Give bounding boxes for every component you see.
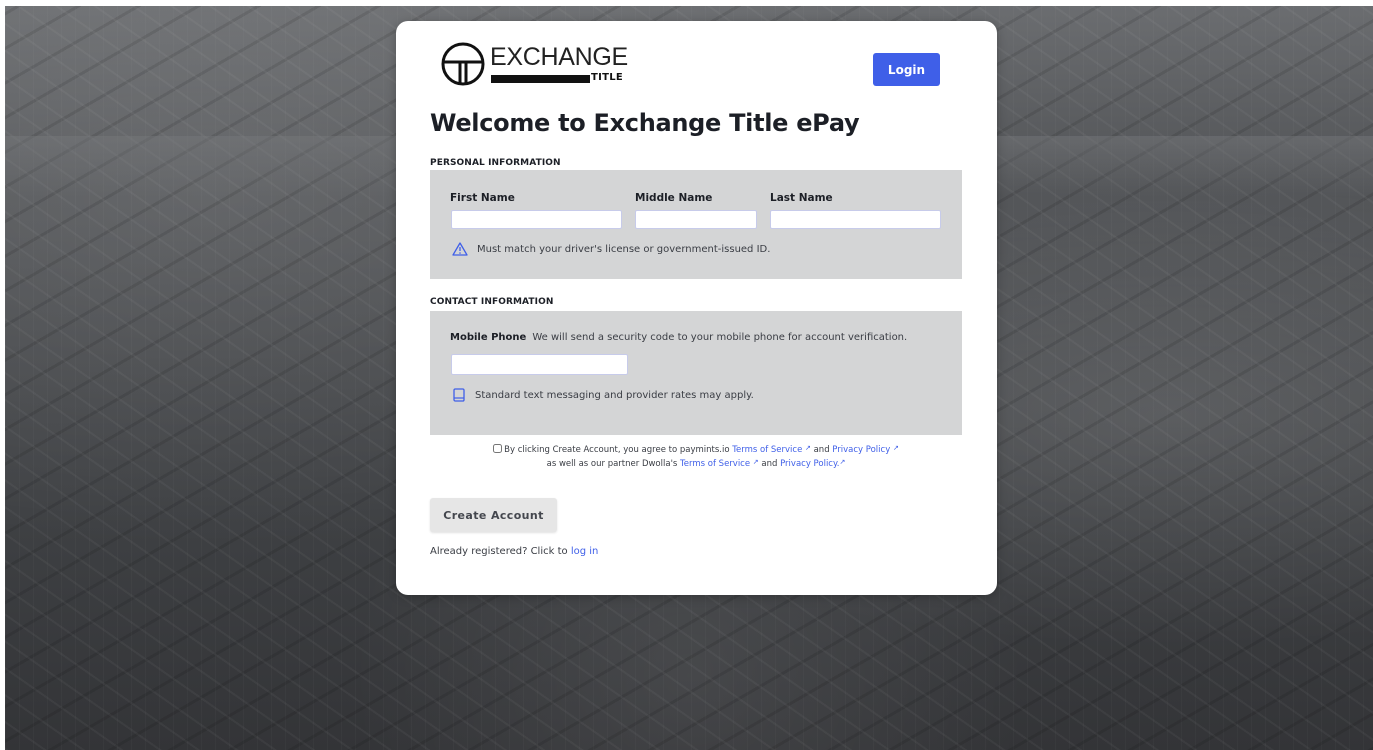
mobile-phone-input[interactable]	[451, 354, 628, 375]
mobile-phone-icon	[453, 388, 465, 402]
mobile-phone-description: We will send a security code to your mob…	[532, 332, 908, 343]
paymints-privacy-link-text: Privacy Policy	[832, 445, 891, 455]
id-match-note-text: Must match your driver's license or gove…	[477, 243, 771, 255]
paymints-privacy-link[interactable]: Privacy Policy ↗	[832, 444, 899, 455]
agreement-and-1: and	[813, 445, 830, 455]
create-account-button[interactable]: Create Account	[430, 498, 557, 532]
dwolla-privacy-link[interactable]: Privacy Policy.↗	[780, 458, 846, 469]
contact-section-label: CONTACT INFORMATION	[430, 297, 554, 307]
logo-emblem-icon	[441, 42, 485, 86]
agreement-and-2: and	[761, 459, 778, 469]
external-link-icon: ↗	[892, 444, 899, 452]
external-link-icon: ↗	[839, 458, 846, 466]
exchange-title-logo: EXCHANGE TITLE	[440, 41, 630, 87]
external-link-icon: ↗	[752, 458, 759, 466]
paymints-terms-link[interactable]: Terms of Service ↗	[732, 444, 811, 455]
personal-info-panel: First Name Middle Name Last Name Must ma…	[430, 170, 962, 279]
id-match-note: Must match your driver's license or gove…	[452, 242, 770, 256]
paymints-terms-link-text: Terms of Service	[732, 445, 803, 455]
dwolla-privacy-link-text: Privacy Policy.	[780, 459, 840, 469]
agreement-text-2: as well as our partner Dwolla's	[546, 459, 678, 469]
mobile-phone-line: Mobile Phone We will send a security code…	[450, 332, 907, 343]
terms-checkbox[interactable]	[493, 444, 503, 453]
logo-sub: TITLE	[590, 71, 625, 85]
contact-info-panel: Mobile Phone We will send a security code…	[430, 311, 962, 435]
sms-rates-note: Standard text messaging and provider rat…	[452, 388, 754, 402]
already-registered-text: Already registered? Click to	[430, 546, 568, 557]
first-name-label: First Name	[450, 192, 515, 204]
middle-name-label: Middle Name	[635, 192, 713, 204]
log-in-link[interactable]: log in	[571, 546, 599, 557]
warning-icon	[452, 242, 468, 256]
personal-section-label: PERSONAL INFORMATION	[430, 158, 561, 168]
agreement-text-1: By clicking Create Account, you agree to…	[504, 445, 730, 455]
mobile-phone-label: Mobile Phone	[450, 332, 527, 343]
dwolla-terms-link[interactable]: Terms of Service ↗	[680, 458, 759, 469]
already-registered: Already registered? Click to log in	[430, 546, 598, 557]
signup-card: EXCHANGE TITLE Login Welcome to Exchange…	[396, 21, 997, 595]
last-name-input[interactable]	[770, 210, 941, 229]
first-name-input[interactable]	[451, 210, 622, 229]
external-link-icon: ↗	[805, 444, 811, 452]
middle-name-input[interactable]	[635, 210, 757, 229]
terms-agreement: By clicking Create Account, you agree to…	[436, 442, 956, 470]
dwolla-terms-link-text: Terms of Service	[680, 459, 751, 469]
page-title: Welcome to Exchange Title ePay	[430, 109, 860, 137]
last-name-label: Last Name	[770, 192, 833, 204]
login-button[interactable]: Login	[873, 53, 940, 86]
logo-word: EXCHANGE	[490, 43, 628, 71]
sms-rates-note-text: Standard text messaging and provider rat…	[475, 389, 754, 401]
